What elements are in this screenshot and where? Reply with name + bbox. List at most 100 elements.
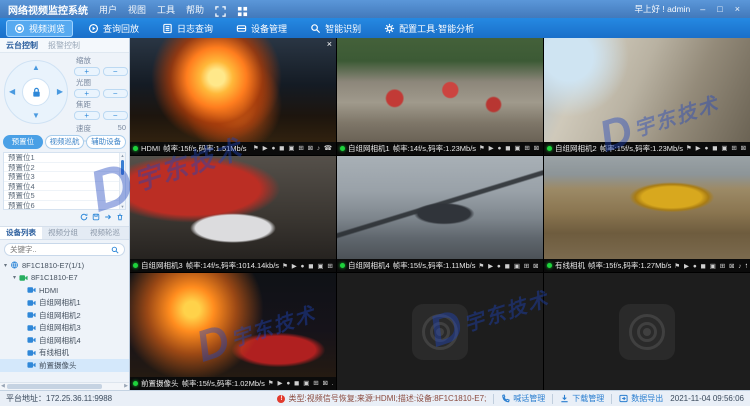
iris-plus-button[interactable]: +: [74, 89, 100, 98]
video-cell-adhoc2[interactable]: 自组网相机2 帧率:15f/s,码率:1.23Mb/s ⚑ ▶ ● ◼ ▣ ⊞ …: [544, 38, 750, 155]
layout-grid-icon[interactable]: [237, 4, 248, 15]
video-cell-adhoc4[interactable]: 自组网相机4 帧率:15f/s,码率:1.11Mb/s ⚑ ▶ ● ◼ ▣ ⊞ …: [337, 156, 543, 273]
video-cell-wired[interactable]: 有线相机 帧率:15f/s,码率:1.27Mb/s ⚑ ▶ ● ◼ ▣ ⊞ ⊠ …: [544, 156, 750, 273]
search-input[interactable]: [10, 245, 111, 254]
ptz-direction-pad[interactable]: ▲ ▼ ◀ ▶: [4, 60, 68, 124]
video-cell-hdmi[interactable]: × HDMI 帧率:15f/s,码率:1.51Mb/s ⚑ ▶ ● ◼ ▣ ⊞ …: [130, 38, 336, 155]
ptz-right-arrow[interactable]: ▶: [57, 88, 63, 96]
cell-toolbar-icons[interactable]: ⚑ ▶ ● ◼ ▣ ⊞ ⊠ ♪ ☎: [268, 379, 333, 387]
cell-toolbar-icons[interactable]: ⚑ ▶ ● ◼ ▣ ⊞ ⊠ ♪ ☎: [674, 262, 747, 270]
video-cell-adhoc3[interactable]: 自组网相机3 帧率:14f/s,码率:1014.14kb/s ⚑ ▶ ● ◼ ▣…: [130, 156, 336, 273]
cell-toolbar-icons[interactable]: ⚑ ▶ ● ◼ ▣ ⊞ ⊠ ♪ ☎: [253, 144, 333, 152]
tree-channel-selected[interactable]: 前置摄像头: [0, 359, 129, 372]
expander-icon[interactable]: ▾: [13, 274, 16, 281]
zoom-plus-button[interactable]: +: [74, 67, 100, 76]
download-manage-label: 下载管理: [572, 393, 604, 404]
tree-root-node[interactable]: ▾ 8F1C1810-E7(1/1): [0, 259, 129, 272]
cell-toolbar-icons[interactable]: ⚑ ▶ ● ◼ ▣ ⊞ ⊠ ♪ ☎: [686, 144, 747, 152]
tree-channel[interactable]: 自组网相机4: [0, 334, 129, 347]
nav-label: 日志查询: [177, 22, 213, 35]
preset-item[interactable]: 预置位5: [4, 191, 125, 201]
online-dot: [340, 146, 345, 151]
scroll-left-icon[interactable]: ◀: [1, 383, 5, 389]
fullscreen-icon[interactable]: [215, 4, 226, 15]
preset-item[interactable]: 预置位3: [4, 172, 125, 182]
bottom-status-bar: 平台地址：172.25.36.11:9988 ! 类型:视频信号恢复;来源:HD…: [0, 390, 750, 406]
tab-video-tour[interactable]: 视频轮巡: [84, 227, 126, 239]
camera-icon: [27, 324, 36, 332]
tab-ptz-control[interactable]: 云台控制: [6, 40, 38, 51]
focus-plus-button[interactable]: +: [74, 111, 100, 120]
search-icon[interactable]: [111, 246, 119, 254]
video-frame: [130, 38, 336, 142]
tab-video-group[interactable]: 视频分组: [42, 227, 84, 239]
video-cell-empty[interactable]: [337, 273, 543, 390]
nav-device-manage[interactable]: 设备管理: [228, 20, 295, 37]
scroll-up-icon[interactable]: ▲: [120, 153, 125, 158]
video-cell-adhoc1[interactable]: 自组网相机1 帧率:14f/s,码率:1.23Mb/s ⚑ ▶ ● ◼ ▣ ⊞ …: [337, 38, 543, 155]
cell-close-icon[interactable]: ×: [327, 39, 332, 49]
ptz-down-arrow[interactable]: ▼: [32, 112, 40, 120]
tree-channel[interactable]: 自组网相机3: [0, 322, 129, 335]
preset-item[interactable]: 预置位1: [4, 153, 125, 163]
tree-device-node[interactable]: ▾ 8F1C1810-E7: [0, 272, 129, 285]
channel-label: 有线相机: [39, 347, 69, 358]
nav-config-analysis[interactable]: 配置工具·智能分析: [376, 20, 482, 37]
ptz-lock-button[interactable]: [22, 78, 50, 106]
ptz-up-arrow[interactable]: ▲: [32, 64, 40, 72]
nav-playback[interactable]: 查询回放: [80, 20, 147, 37]
menu-help[interactable]: 帮助: [186, 3, 204, 16]
preset-item[interactable]: 预置位6: [4, 201, 125, 211]
scrollbar-thumb[interactable]: [7, 384, 102, 389]
scrollbar-thumb[interactable]: [121, 160, 124, 175]
scroll-right-icon[interactable]: ▶: [124, 383, 128, 389]
cell-toolbar-icons[interactable]: ⚑ ▶ ● ◼ ▣ ⊞ ⊠ ♪ ☎: [479, 144, 540, 152]
restore-button[interactable]: □: [715, 5, 724, 14]
preset-list: 预置位1 预置位2 预置位3 预置位4 预置位5 预置位6 预置位7 ▲ ▼: [3, 152, 126, 210]
phone-icon: [501, 394, 510, 403]
download-manage-button[interactable]: 下载管理: [560, 393, 604, 404]
tree-channel[interactable]: HDMI: [0, 284, 129, 297]
menu-user[interactable]: 用户: [99, 3, 117, 16]
preset-item[interactable]: 预置位4: [4, 182, 125, 192]
tree-channel[interactable]: 自组网相机2: [0, 309, 129, 322]
tree-channel[interactable]: 有线相机: [0, 347, 129, 360]
data-export-button[interactable]: 数据导出: [619, 393, 663, 404]
nav-video-browse[interactable]: 视频浏览: [6, 20, 73, 37]
channel-label: 自组网相机3: [39, 322, 81, 333]
delete-preset-icon[interactable]: [116, 213, 124, 221]
cell-toolbar-icons[interactable]: ⚑ ▶ ● ◼ ▣ ⊞ ⊠ ♪ ☎: [282, 262, 333, 270]
tab-alarm-control[interactable]: 报警控制: [48, 40, 80, 51]
cell-toolbar-icons[interactable]: ⚑ ▶ ● ◼ ▣ ⊞ ⊠ ♪ ☎: [478, 262, 540, 270]
minimize-button[interactable]: –: [698, 5, 707, 14]
close-button[interactable]: ×: [733, 5, 742, 14]
save-preset-icon[interactable]: [92, 213, 100, 221]
preset-item[interactable]: 预置位2: [4, 163, 125, 173]
nav-smart-recognition[interactable]: 智能识别: [302, 20, 369, 37]
stream-stats: 帧率:15f/s,码率:1.27Mb/s: [588, 260, 671, 271]
zoom-minus-button[interactable]: −: [103, 67, 129, 76]
goto-preset-icon[interactable]: [104, 213, 112, 221]
menu-view[interactable]: 视图: [128, 3, 146, 16]
talk-manage-button[interactable]: 喊话管理: [501, 393, 545, 404]
tab-device-list[interactable]: 设备列表: [0, 227, 42, 239]
scroll-down-icon[interactable]: ▼: [120, 204, 125, 209]
main-toolbar: 视频浏览 查询回放 日志查询 设备管理 智能识别 配置工具·智能分析: [0, 18, 750, 38]
tab-aux-device[interactable]: 辅助设备: [86, 135, 126, 149]
focus-minus-button[interactable]: −: [103, 111, 129, 120]
preset-scrollbar[interactable]: ▲ ▼: [119, 153, 125, 209]
tab-video-cruise[interactable]: 视频巡航: [45, 135, 85, 149]
iris-minus-button[interactable]: −: [103, 89, 129, 98]
tree-channel[interactable]: 自组网相机1: [0, 297, 129, 310]
log-icon: [162, 23, 173, 34]
video-cell-empty[interactable]: [544, 273, 750, 390]
channel-label: HDMI: [39, 286, 58, 295]
nav-log-query[interactable]: 日志查询: [154, 20, 221, 37]
refresh-icon[interactable]: [80, 213, 88, 221]
ptz-left-arrow[interactable]: ◀: [9, 88, 15, 96]
menu-tools[interactable]: 工具: [157, 3, 175, 16]
video-cell-front-selected[interactable]: 前置摄像头 帧率:15f/s,码率:1.02Mb/s ⚑ ▶ ● ◼ ▣ ⊞ ⊠…: [130, 273, 336, 390]
tab-presets[interactable]: 预置位: [3, 135, 43, 149]
expander-icon[interactable]: ▾: [4, 262, 7, 269]
tree-horizontal-scrollbar[interactable]: ◀ ▶: [0, 382, 129, 390]
